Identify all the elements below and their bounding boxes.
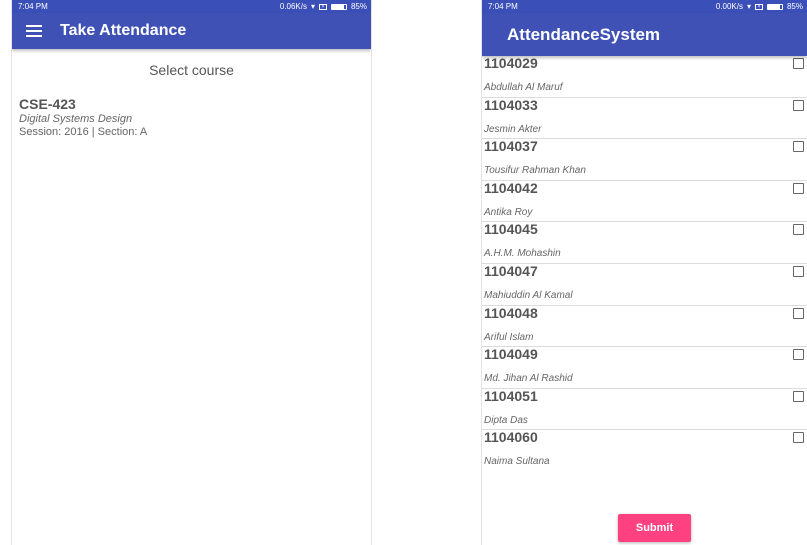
battery-percent: 85%: [350, 2, 367, 11]
network-speed: 0.00K/s: [715, 2, 743, 11]
attendance-checkbox[interactable]: [793, 307, 804, 319]
wifi-icon: ▾: [746, 2, 751, 11]
sim-icon: ×: [318, 3, 327, 10]
student-name: Naima Sultana: [484, 456, 550, 468]
submit-button[interactable]: Submit: [618, 514, 691, 542]
attendance-checkbox[interactable]: [793, 182, 804, 194]
student-name: A.H.M. Mohashin: [484, 248, 561, 260]
network-speed: 0.06K/s: [279, 2, 307, 11]
student-row: 1104045 A.H.M. Mohashin: [482, 221, 807, 264]
app-bar-title: Take Attendance: [60, 22, 187, 39]
student-row: 1104060 Naima Sultana: [482, 429, 807, 472]
student-id: 1104048: [484, 304, 538, 321]
attendance-checkbox[interactable]: [793, 99, 804, 111]
wifi-icon: ▾: [310, 2, 315, 11]
battery-icon: [766, 3, 783, 10]
battery-icon: [330, 3, 347, 10]
course-code: CSE-423: [19, 96, 76, 112]
status-bar: 7:04 PM 0.00K/s ▾ × 85%: [482, 0, 807, 13]
student-id: 1104051: [484, 387, 538, 404]
student-list-screen: 7:04 PM 0.00K/s ▾ × 85% AttendanceSystem…: [481, 0, 807, 545]
student-name: Tousifur Rahman Khan: [484, 165, 586, 177]
battery-fill: [331, 4, 344, 9]
select-course-label: Select course: [149, 62, 234, 78]
student-name: Dipta Das: [484, 414, 528, 426]
student-id: 1104047: [484, 262, 538, 279]
student-id: 1104042: [484, 179, 538, 196]
student-id: 1104037: [484, 138, 538, 155]
student-row: 1104047 Mahiuddin Al Kamal: [482, 262, 807, 306]
status-time: 7:04 PM: [488, 2, 518, 11]
app-bar-title: AttendanceSystem: [507, 24, 661, 44]
student-row: 1104051 Dipta Das: [482, 387, 807, 431]
status-indicators: 0.00K/s ▾ × 85%: [716, 2, 803, 11]
attendance-checkbox[interactable]: [793, 224, 804, 236]
course-session: Session: 2016 | Section: A: [19, 126, 148, 138]
student-name: Abdullah Al Maruf: [484, 82, 563, 93]
student-row: 1104042 Antika Roy: [482, 179, 807, 223]
app-bar: AttendanceSystem: [482, 13, 807, 56]
attendance-checkbox[interactable]: [793, 58, 804, 69]
status-indicators: 0.06K/s ▾ × 85%: [280, 2, 367, 11]
student-id: 1104045: [484, 221, 538, 238]
student-row: 1104049 Md. Jihan Al Rashid: [482, 346, 807, 389]
course-item[interactable]: CSE-423 Digital Systems Design Session: …: [19, 96, 371, 138]
student-name: Jesmin Akter: [484, 123, 542, 135]
app-bar: Take Attendance: [12, 13, 371, 49]
status-bar: 7:04 PM 0.06K/s ▾ × 85%: [12, 0, 371, 13]
menu-icon[interactable]: [26, 25, 42, 37]
battery-fill: [767, 4, 780, 9]
student-id: 1104029: [484, 55, 538, 71]
take-attendance-screen: 7:04 PM 0.06K/s ▾ × 85% Take Attendance …: [11, 0, 372, 545]
student-name: Antika Roy: [484, 206, 533, 218]
student-row: 1104037 Tousifur Rahman Khan: [482, 138, 807, 181]
battery-percent: 85%: [786, 2, 803, 11]
attendance-checkbox[interactable]: [793, 349, 804, 361]
course-name: Digital Systems Design: [19, 113, 133, 125]
student-row: 1104048 Ariful Islam: [482, 304, 807, 348]
status-time: 7:04 PM: [18, 2, 48, 11]
student-id: 1104060: [484, 429, 538, 446]
sim-icon: ×: [754, 3, 763, 10]
attendance-checkbox[interactable]: [793, 390, 804, 402]
student-row: 1104033 Jesmin Akter: [482, 96, 807, 140]
attendance-checkbox[interactable]: [793, 141, 804, 153]
student-name: Mahiuddin Al Kamal: [484, 289, 573, 301]
attendance-checkbox[interactable]: [793, 432, 804, 444]
student-list: 1104029 Abdullah Al Maruf 1104033 Jesmin…: [482, 55, 807, 472]
student-id: 1104049: [484, 346, 538, 363]
student-row: 1104029 Abdullah Al Maruf: [482, 55, 807, 98]
student-id: 1104033: [484, 96, 538, 113]
student-name: Md. Jihan Al Rashid: [484, 373, 573, 385]
attendance-checkbox[interactable]: [793, 265, 804, 277]
student-name: Ariful Islam: [484, 331, 534, 343]
